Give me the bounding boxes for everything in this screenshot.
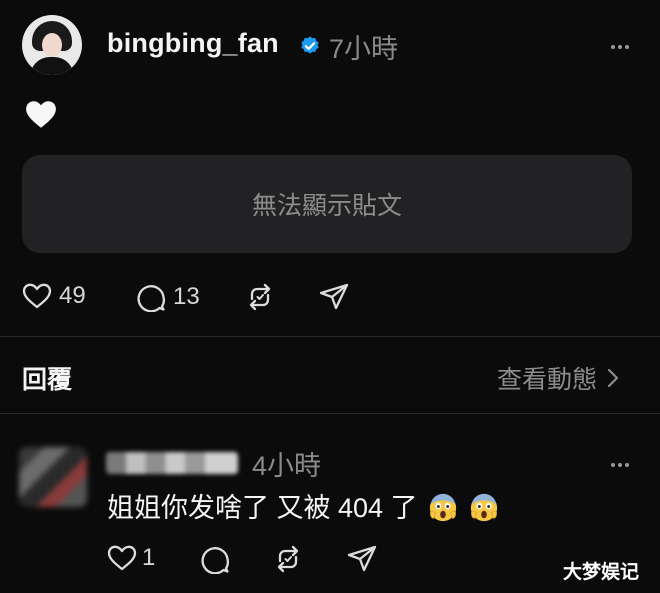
comment-share-button[interactable] xyxy=(347,545,377,573)
comment-text: 姐姐你发啥了 又被 404 了 xyxy=(107,486,499,525)
comment-icon xyxy=(137,285,166,312)
heart-icon xyxy=(107,545,137,571)
repost-icon xyxy=(277,545,299,573)
view-activity-link[interactable]: 查看動態 xyxy=(497,360,619,396)
comment-icon xyxy=(201,547,230,574)
verified-badge-icon xyxy=(301,36,319,54)
share-icon xyxy=(319,283,349,310)
more-icon[interactable] xyxy=(611,36,633,49)
comment-count: 13 xyxy=(173,283,200,310)
share-button[interactable] xyxy=(319,283,349,311)
view-activity-label: 查看動態 xyxy=(497,366,598,394)
share-icon xyxy=(347,545,377,572)
divider xyxy=(0,336,660,337)
scream-emoji xyxy=(429,493,457,522)
unavailable-post-text: 無法顯示貼文 xyxy=(251,192,402,220)
like-button[interactable]: 49 xyxy=(22,282,86,310)
comment-text-content: 姐姐你发啥了 又被 404 了 xyxy=(107,493,418,523)
chevron-right-icon xyxy=(607,368,619,388)
author-username[interactable]: bingbing_fan xyxy=(107,28,279,59)
comment-repost-button[interactable] xyxy=(273,544,303,574)
watermark-text: 大梦娱记 xyxy=(563,562,640,583)
commenter-avatar-blurred[interactable] xyxy=(19,447,87,507)
commenter-username-blurred[interactable] xyxy=(106,452,238,474)
comment-like-button[interactable]: 1 xyxy=(107,544,155,572)
more-icon[interactable] xyxy=(611,454,633,467)
unavailable-post-card: 無法顯示貼文 xyxy=(22,155,632,253)
author-avatar[interactable] xyxy=(22,15,82,75)
divider xyxy=(0,413,660,414)
like-count: 49 xyxy=(59,282,86,309)
comment-timestamp: 4小時 xyxy=(252,451,322,481)
repost-icon xyxy=(249,283,271,311)
comment-like-count: 1 xyxy=(142,544,156,571)
heart-icon xyxy=(22,283,52,309)
scream-emoji xyxy=(470,493,497,522)
repost-button[interactable] xyxy=(245,282,275,312)
replies-label: 回覆 xyxy=(22,366,73,394)
post-timestamp: 7小時 xyxy=(329,34,399,64)
white-heart-emoji xyxy=(26,101,56,128)
comment-button[interactable]: 13 xyxy=(136,282,200,312)
comment-reply-button[interactable] xyxy=(200,544,230,574)
